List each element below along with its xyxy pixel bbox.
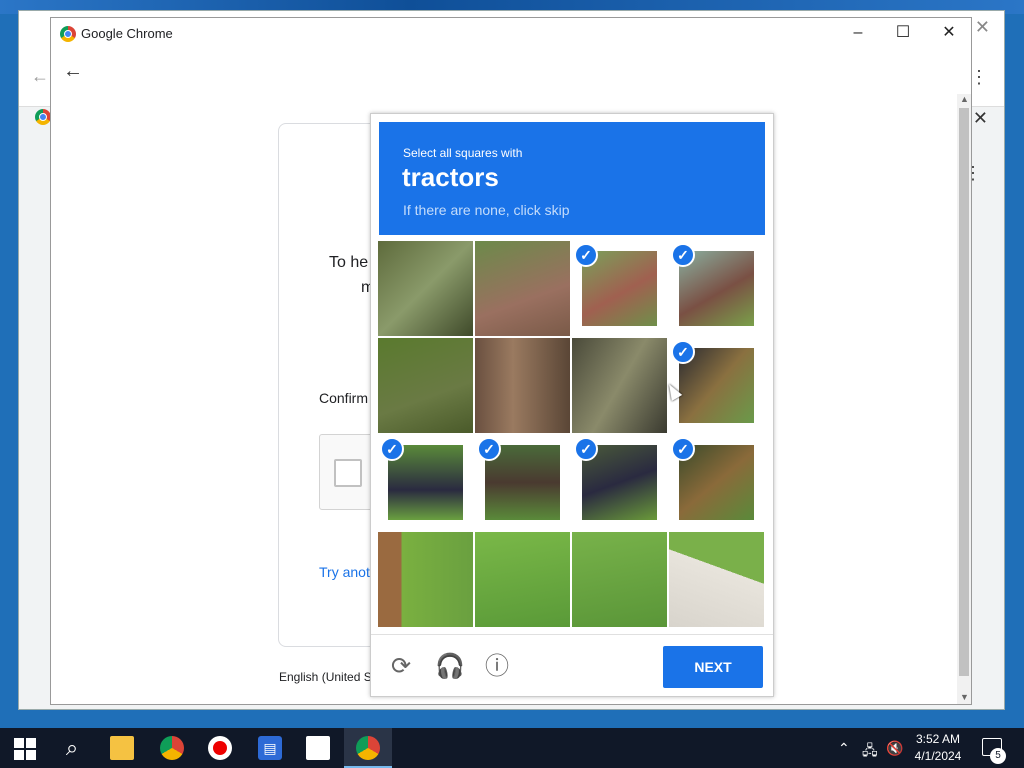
chrome-profile-icon[interactable] (160, 736, 184, 760)
notification-count: 5 (990, 748, 1006, 764)
image-tile[interactable]: ✓ (669, 532, 764, 627)
recaptcha-checkbox[interactable] (334, 459, 362, 487)
image-tile[interactable]: ✓ (475, 241, 570, 336)
windows-start-icon[interactable] (14, 736, 38, 760)
tile-image (378, 241, 473, 336)
tile-image (475, 532, 570, 627)
recaptcha-challenge: Select all squares with tractors If ther… (370, 113, 774, 697)
checkmark-icon: ✓ (671, 340, 695, 364)
image-tile[interactable]: ✓ (669, 241, 764, 336)
image-grid: ✓✓✓✓✓✓✓✓✓✓✓✓✓✓✓✓ (378, 241, 766, 629)
volume-muted-icon[interactable]: 🔇 (886, 740, 903, 757)
window-title: Google Chrome (81, 26, 173, 41)
tile-image (378, 532, 473, 627)
checkmark-icon: ✓ (574, 243, 598, 267)
maximize-button[interactable]: ☐ (886, 22, 920, 44)
image-tile[interactable]: ✓ (572, 241, 667, 336)
page-heading: To he (329, 254, 369, 271)
chrome-icon[interactable] (356, 736, 380, 760)
tile-image (378, 338, 473, 433)
taskbar: ⌕ ▤ ⌃ 🖧 🔇 3:52 AM 4/1/2024 5 (0, 728, 1024, 768)
image-tile[interactable]: ✓ (378, 532, 473, 627)
reload-icon[interactable]: ⟳ (387, 653, 415, 681)
image-tile[interactable]: ✓ (572, 435, 667, 530)
file-explorer-icon[interactable] (110, 736, 134, 760)
video-editor-icon[interactable]: ▤ (258, 736, 282, 760)
audio-icon[interactable]: 🎧 (435, 653, 465, 681)
checkmark-icon: ✓ (671, 437, 695, 461)
clapperboard-icon[interactable] (306, 736, 330, 760)
tile-image (475, 241, 570, 336)
chevron-up-icon[interactable]: ⌃ (838, 740, 850, 757)
image-tile[interactable]: ✓ (475, 532, 570, 627)
challenge-instruction: Select all squares with (403, 146, 523, 160)
tile-image (475, 338, 570, 433)
close-button[interactable]: ✕ (932, 22, 966, 44)
scroll-down-icon[interactable]: ▼ (960, 692, 969, 702)
info-icon[interactable]: ⓘ (483, 653, 511, 681)
chrome-logo-icon (60, 26, 76, 42)
checkmark-icon: ✓ (477, 437, 501, 461)
confirm-label: Confirm (319, 390, 369, 406)
menu-icon[interactable]: ⋮ (970, 67, 988, 88)
clock-date: 4/1/2024 (914, 749, 962, 763)
network-icon[interactable]: 🖧 (862, 740, 878, 764)
next-button[interactable]: NEXT (663, 646, 763, 688)
image-tile[interactable]: ✓ (572, 338, 667, 433)
image-tile[interactable]: ✓ (475, 338, 570, 433)
close-icon[interactable]: ✕ (975, 17, 990, 38)
image-tile[interactable]: ✓ (669, 435, 764, 530)
checkmark-icon: ✓ (380, 437, 404, 461)
chrome-icon (35, 109, 51, 125)
try-another-way-link[interactable]: Try anot (319, 564, 370, 580)
image-tile[interactable]: ✓ (378, 241, 473, 336)
clock-time: 3:52 AM (915, 732, 961, 746)
tile-image (669, 532, 764, 627)
tile-image (572, 532, 667, 627)
tile-image (572, 338, 667, 433)
back-arrow-icon[interactable]: ← (63, 60, 83, 83)
title-bar: Google Chrome – ☐ ✕ (51, 18, 971, 48)
image-tile[interactable]: ✓ (669, 338, 764, 433)
checkmark-icon: ✓ (574, 437, 598, 461)
record-icon[interactable] (208, 736, 232, 760)
image-tile[interactable]: ✓ (378, 338, 473, 433)
minimize-button[interactable]: – (841, 22, 875, 44)
checkmark-icon: ✓ (671, 243, 695, 267)
challenge-target: tractors (402, 162, 499, 192)
close-icon[interactable]: ✕ (973, 108, 988, 129)
challenge-footer: ⟳ 🎧 ⓘ NEXT (371, 634, 773, 697)
back-arrow-icon: ← (31, 66, 49, 86)
search-icon[interactable]: ⌕ (60, 736, 84, 760)
image-tile[interactable]: ✓ (378, 435, 473, 530)
scrollbar[interactable]: ▲ ▼ (957, 94, 971, 704)
language-selector[interactable]: English (United S (279, 670, 372, 684)
challenge-header: Select all squares with tractors If ther… (379, 122, 765, 235)
scrollbar-thumb[interactable] (959, 108, 969, 676)
scroll-up-icon[interactable]: ▲ (960, 94, 969, 104)
challenge-hint: If there are none, click skip (403, 202, 570, 218)
system-clock[interactable]: 3:52 AM 4/1/2024 (908, 731, 968, 765)
image-tile[interactable]: ✓ (475, 435, 570, 530)
image-tile[interactable]: ✓ (572, 532, 667, 627)
